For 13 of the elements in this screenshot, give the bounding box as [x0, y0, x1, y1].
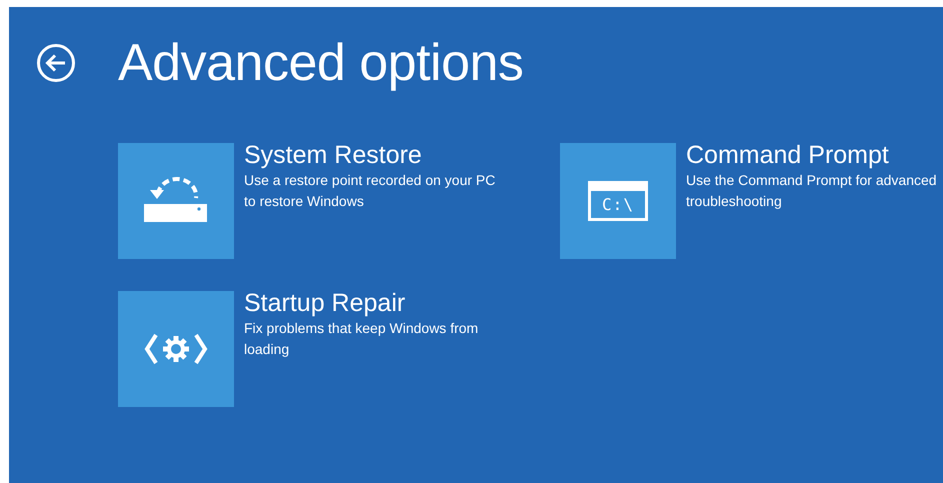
gear-brackets-icon — [144, 332, 208, 366]
option-description: Use a restore point recorded on your PC to restore Windows — [244, 171, 496, 211]
option-button[interactable]: System Restore Use a restore point recorded on your PC to restore Windows — [118, 143, 538, 259]
option-description: Use the Command Prompt for advanced troubleshooting — [686, 171, 938, 211]
back-button[interactable] — [36, 43, 76, 83]
option-button[interactable]: C:\ Command Prompt Use the Command Prompt for advanced troubleshooting — [560, 143, 943, 259]
option-title: Startup Repair — [244, 289, 406, 317]
page-title: Advanced options — [118, 35, 524, 91]
prompt-text: C:\ — [602, 195, 634, 214]
option-title: System Restore — [244, 141, 423, 169]
option-description: Fix problems that keep Windows from loading — [244, 319, 480, 359]
option-title: Command Prompt — [686, 141, 890, 169]
option-button[interactable]: Startup Repair Fix problems that keep Windows from loading — [118, 291, 538, 407]
